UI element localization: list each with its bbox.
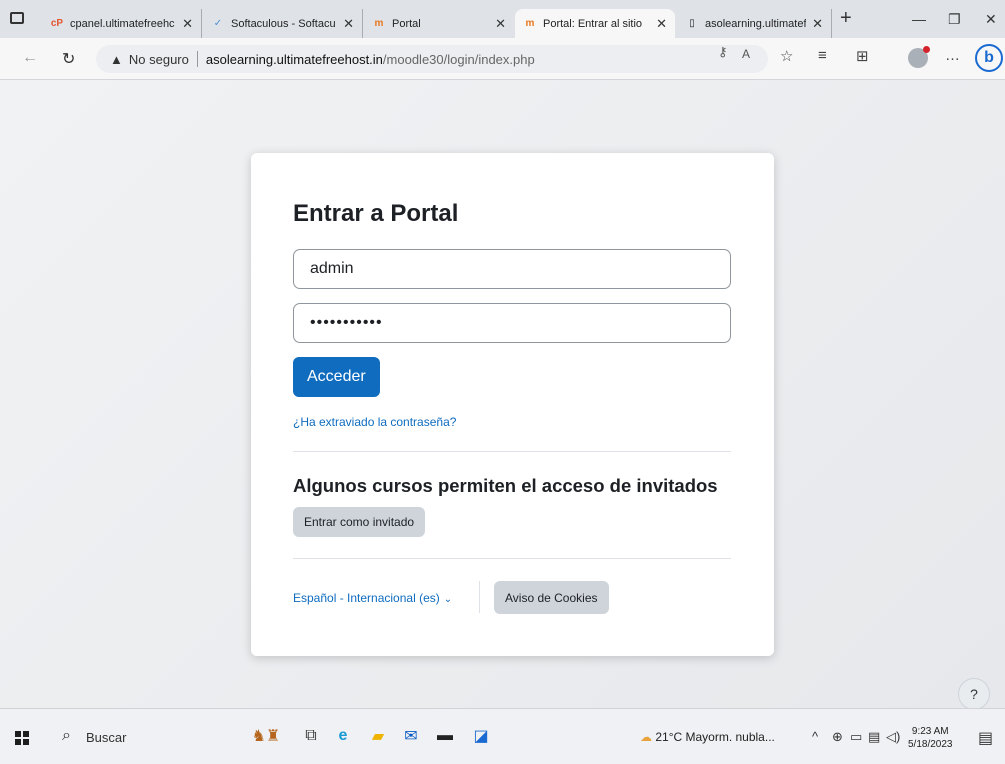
tab-title: Softaculous - Softacu — [231, 17, 336, 30]
guest-heading: Algunos cursos permiten el acceso de inv… — [293, 475, 718, 496]
login-card: Entrar a Portal Acceder ¿Ha extraviado l… — [251, 153, 774, 656]
battery-icon[interactable]: ▭ — [850, 729, 862, 745]
notifications-icon[interactable]: ▤ — [978, 728, 993, 748]
tab-portal-login[interactable]: m Portal: Entrar al sitio ✕ — [515, 9, 675, 38]
login-button[interactable]: Acceder — [293, 357, 380, 397]
favorites-list-icon[interactable]: ≡ — [818, 47, 827, 64]
network-icon[interactable]: ▤ — [868, 729, 880, 745]
tab-title: asolearning.ultimatef — [705, 17, 807, 30]
url-path: /moodle30/login/index.php — [382, 51, 535, 67]
bing-icon[interactable]: b — [975, 44, 1003, 72]
photos-icon[interactable]: ◪ — [468, 724, 494, 748]
favorite-star-icon[interactable]: ☆ — [780, 47, 793, 65]
url-host: asolearning.ultimatefreehost.in — [205, 51, 383, 67]
page-title: Entrar a Portal — [293, 200, 459, 227]
close-tab-icon[interactable]: ✕ — [343, 16, 354, 32]
windows-taskbar: ⌕ Buscar ♞♜ ⧉ e ▰ ✉ ▬ ◪ ☁ 21°C Mayorm. n… — [0, 708, 1005, 764]
chevron-up-icon[interactable]: ^ — [812, 729, 818, 744]
security-label[interactable]: No seguro — [129, 52, 189, 67]
softaculous-icon: ✓ — [213, 18, 223, 29]
close-window-icon[interactable]: ✕ — [985, 11, 997, 28]
warning-icon[interactable]: ▲ — [110, 52, 123, 67]
file-explorer-icon[interactable]: ▰ — [365, 724, 391, 748]
restore-icon[interactable]: ❐ — [948, 11, 961, 28]
edge-icon[interactable]: e — [330, 724, 356, 748]
tab-cpanel[interactable]: cP cpanel.ultimatefreehc ✕ — [42, 9, 202, 38]
moodle-icon: m — [374, 18, 384, 29]
task-view-icon[interactable]: ⧉ — [298, 724, 324, 748]
key-icon[interactable]: ⚷ — [718, 44, 728, 60]
footer-separator — [479, 581, 480, 613]
help-button[interactable]: ? — [958, 678, 990, 710]
more-options-icon[interactable]: … — [945, 47, 960, 64]
tab-softaculous[interactable]: ✓ Softaculous - Softacu ✕ — [203, 9, 363, 38]
taskbar-search-label[interactable]: Buscar — [86, 730, 126, 745]
close-tab-icon[interactable]: ✕ — [812, 16, 823, 32]
chevron-down-icon: ⌄ — [443, 594, 453, 605]
collections-icon[interactable]: ⊞ — [856, 47, 869, 65]
read-aloud-icon[interactable]: A — [742, 47, 750, 61]
cpanel-icon: cP — [50, 18, 64, 29]
tab-actions-icon[interactable] — [10, 12, 24, 24]
page-icon: ▯ — [689, 18, 695, 29]
clock-date: 5/18/2023 — [908, 739, 953, 750]
close-tab-icon[interactable]: ✕ — [182, 16, 193, 32]
meet-now-icon[interactable]: ⊕ — [832, 729, 843, 745]
divider — [293, 451, 731, 452]
back-icon[interactable]: ← — [22, 49, 38, 67]
terminal-icon[interactable]: ▬ — [432, 724, 458, 748]
taskbar-clock[interactable]: 9:23 AM 5/18/2023 — [908, 725, 953, 751]
windows-start-icon[interactable] — [15, 731, 29, 745]
weather-widget[interactable]: ☁ 21°C Mayorm. nubla... — [640, 730, 775, 744]
weather-cloud-icon: ☁ — [640, 730, 652, 744]
tab-title: cpanel.ultimatefreehc — [70, 17, 175, 30]
divider — [293, 558, 731, 559]
tab-title: Portal: Entrar al sitio — [543, 17, 643, 30]
username-input[interactable] — [293, 249, 731, 289]
mail-icon[interactable]: ✉ — [398, 724, 424, 748]
guest-login-button[interactable]: Entrar como invitado — [293, 507, 426, 537]
tab-title: Portal — [392, 17, 421, 30]
password-input[interactable] — [293, 303, 731, 343]
minimize-icon[interactable]: — — [912, 11, 926, 27]
weather-text: 21°C Mayorm. nubla... — [655, 730, 775, 744]
moodle-icon: m — [525, 18, 535, 29]
address-divider — [196, 51, 198, 67]
language-label: Español - Internacional (es) — [293, 591, 440, 605]
browser-toolbar: ← ↻ ▲ No seguro asolearning.ultimatefree… — [0, 38, 1005, 80]
news-widget-icon[interactable]: ♞♜ — [238, 724, 294, 748]
tab-asolearning[interactable]: ▯ asolearning.ultimatef ✕ — [677, 9, 832, 38]
address-bar[interactable]: ▲ No seguro asolearning.ultimatefreehost… — [96, 45, 768, 73]
new-tab-icon[interactable]: + — [840, 7, 852, 30]
forgot-password-link[interactable]: ¿Ha extraviado la contraseña? — [293, 415, 456, 429]
profile-avatar[interactable] — [908, 46, 930, 68]
cookies-notice-button[interactable]: Aviso de Cookies — [494, 581, 609, 614]
language-selector[interactable]: Español - Internacional (es) ⌄ — [293, 591, 452, 605]
clock-time: 9:23 AM — [911, 726, 949, 737]
volume-icon[interactable]: ◁) — [886, 729, 900, 745]
search-icon[interactable]: ⌕ — [62, 727, 71, 745]
refresh-icon[interactable]: ↻ — [62, 49, 75, 69]
close-tab-icon[interactable]: ✕ — [495, 16, 506, 32]
tab-portal[interactable]: m Portal ✕ — [364, 9, 514, 38]
browser-tab-strip: cP cpanel.ultimatefreehc ✕ ✓ Softaculous… — [0, 0, 1005, 38]
close-tab-icon[interactable]: ✕ — [656, 16, 667, 32]
page-viewport: Entrar a Portal Acceder ¿Ha extraviado l… — [0, 80, 1005, 710]
